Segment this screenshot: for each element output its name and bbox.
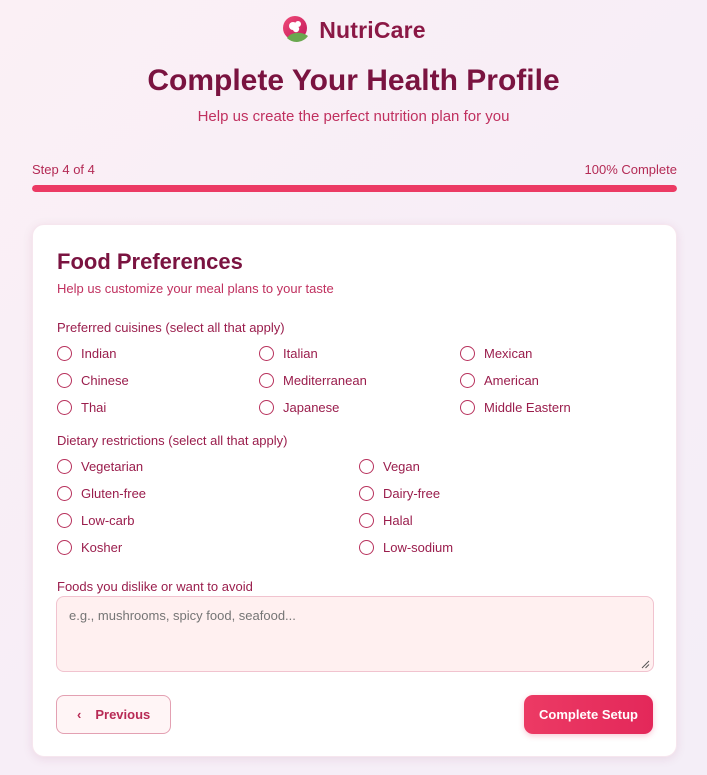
apple-leaf-icon xyxy=(283,16,309,42)
step-indicator: Step 4 of 4 xyxy=(32,162,95,177)
page-subtitle: Help us create the perfect nutrition pla… xyxy=(197,108,510,125)
radio-circle[interactable] xyxy=(57,513,72,528)
radio-circle[interactable] xyxy=(359,513,374,528)
previous-button-label: Previous xyxy=(95,707,151,722)
page-title: Complete Your Health Profile xyxy=(147,64,560,97)
diet-option-dairy-free[interactable]: Dairy-free xyxy=(359,486,440,501)
brand: NutriCare xyxy=(0,14,707,46)
dietary-label: Dietary restrictions (select all that ap… xyxy=(57,433,288,448)
cuisine-option-chinese[interactable]: Chinese xyxy=(57,373,129,388)
radio-circle[interactable] xyxy=(259,346,274,361)
cuisine-option-japanese[interactable]: Japanese xyxy=(259,400,339,415)
radio-circle[interactable] xyxy=(359,540,374,555)
progress-fill xyxy=(32,185,677,192)
diet-option-gluten-free[interactable]: Gluten-free xyxy=(57,486,146,501)
cuisine-option-mediterranean[interactable]: Mediterranean xyxy=(259,373,367,388)
radio-circle[interactable] xyxy=(57,373,72,388)
cuisine-option-indian[interactable]: Indian xyxy=(57,346,116,361)
radio-circle[interactable] xyxy=(460,346,475,361)
food-preferences-card: Food Preferences Help us customize your … xyxy=(32,224,677,757)
radio-circle[interactable] xyxy=(259,373,274,388)
complete-setup-button[interactable]: Complete Setup xyxy=(524,695,653,734)
diet-option-low-carb[interactable]: Low-carb xyxy=(57,513,134,528)
cuisine-option-american[interactable]: American xyxy=(460,373,539,388)
previous-button[interactable]: ‹ Previous xyxy=(56,695,171,734)
diet-option-low-sodium[interactable]: Low-sodium xyxy=(359,540,453,555)
radio-circle[interactable] xyxy=(57,540,72,555)
radio-circle[interactable] xyxy=(259,400,274,415)
cuisine-option-thai[interactable]: Thai xyxy=(57,400,106,415)
cuisine-option-middle-eastern[interactable]: Middle Eastern xyxy=(460,400,571,415)
diet-option-halal[interactable]: Halal xyxy=(359,513,413,528)
resize-handle-icon[interactable] xyxy=(641,660,650,669)
radio-circle[interactable] xyxy=(57,459,72,474)
radio-circle[interactable] xyxy=(57,486,72,501)
dislikes-label: Foods you dislike or want to avoid xyxy=(57,579,253,594)
app-name: NutriCare xyxy=(319,16,426,43)
chevron-left-icon: ‹ xyxy=(77,707,82,722)
radio-circle[interactable] xyxy=(57,400,72,415)
cuisine-option-italian[interactable]: Italian xyxy=(259,346,318,361)
diet-option-vegan[interactable]: Vegan xyxy=(359,459,420,474)
progress-percent: 100% Complete xyxy=(584,162,678,177)
radio-circle[interactable] xyxy=(359,459,374,474)
complete-setup-label: Complete Setup xyxy=(539,707,638,722)
dislikes-textarea[interactable] xyxy=(56,596,654,672)
radio-circle[interactable] xyxy=(460,400,475,415)
radio-circle[interactable] xyxy=(57,346,72,361)
radio-circle[interactable] xyxy=(359,486,374,501)
diet-option-vegetarian[interactable]: Vegetarian xyxy=(57,459,143,474)
diet-option-kosher[interactable]: Kosher xyxy=(57,540,122,555)
progress-bar xyxy=(32,185,677,192)
card-subtitle: Help us customize your meal plans to you… xyxy=(57,281,334,296)
card-title: Food Preferences xyxy=(57,249,243,274)
cuisine-option-mexican[interactable]: Mexican xyxy=(460,346,532,361)
cuisines-label: Preferred cuisines (select all that appl… xyxy=(57,320,285,335)
radio-circle[interactable] xyxy=(460,373,475,388)
